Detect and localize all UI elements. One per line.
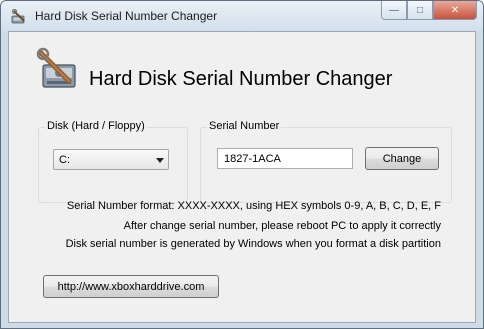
disk-group-label: Disk (Hard / Floppy) bbox=[45, 120, 147, 132]
app-window: Hard Disk Serial Number Changer — □ ✕ Ha… bbox=[0, 0, 484, 329]
change-button[interactable]: Change bbox=[365, 147, 439, 170]
caption-buttons: — □ ✕ bbox=[381, 1, 477, 21]
window-title: Hard Disk Serial Number Changer bbox=[35, 9, 218, 23]
maximize-button[interactable]: □ bbox=[407, 1, 433, 20]
client-area: Hard Disk Serial Number Changer Disk (Ha… bbox=[8, 31, 476, 323]
serial-number-input[interactable] bbox=[218, 149, 352, 168]
app-small-icon bbox=[11, 9, 25, 24]
minimize-icon: — bbox=[389, 4, 399, 16]
website-link-button[interactable]: http://www.xboxharddrive.com bbox=[43, 275, 219, 298]
info-generated-text: Disk serial number is generated by Windo… bbox=[65, 238, 441, 250]
minimize-button[interactable]: — bbox=[381, 1, 407, 20]
close-icon: ✕ bbox=[450, 4, 460, 16]
chevron-down-icon bbox=[156, 158, 164, 163]
disk-select-value: C: bbox=[59, 154, 70, 166]
serial-group: Serial Number Change bbox=[200, 120, 452, 203]
app-heading: Hard Disk Serial Number Changer bbox=[89, 68, 393, 90]
disk-wrench-icon bbox=[36, 47, 76, 88]
info-reboot-text: After change serial number, please reboo… bbox=[123, 220, 441, 232]
info-format-text: Serial Number format: XXXX-XXXX, using H… bbox=[66, 200, 441, 212]
maximize-icon: □ bbox=[416, 4, 424, 16]
close-button[interactable]: ✕ bbox=[433, 1, 477, 20]
disk-group: Disk (Hard / Floppy) C: bbox=[38, 120, 188, 203]
serial-group-label: Serial Number bbox=[207, 120, 282, 132]
serial-input-box bbox=[217, 148, 353, 169]
title-bar[interactable]: Hard Disk Serial Number Changer — □ ✕ bbox=[1, 1, 483, 31]
disk-select[interactable]: C: bbox=[53, 149, 169, 170]
